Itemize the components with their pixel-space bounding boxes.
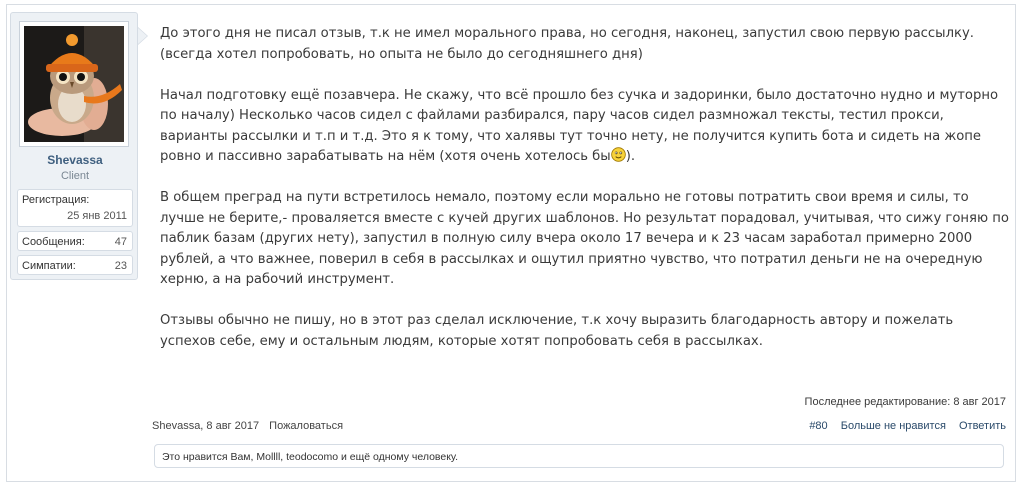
unlike-link[interactable]: Больше не нравится — [841, 420, 946, 432]
messages-label: Сообщения: — [22, 236, 85, 248]
message-paragraph: Отзывы обычно не пишу, но в этот раз сде… — [160, 313, 954, 349]
messages-value: 47 — [114, 236, 127, 248]
reply-link[interactable]: Ответить — [959, 420, 1006, 432]
registration-stat: Регистрация: 25 янв 2011 — [17, 189, 133, 227]
likes-value: 23 — [114, 260, 127, 272]
post-meta-left: Shevassa, 8 авг 2017 Пожаловаться — [152, 420, 350, 432]
message-body: До этого дня не писал отзыв, т.к не имел… — [160, 24, 1010, 373]
likes-label: Симпатии: — [22, 260, 76, 272]
message-paragraph: В общем преград на пути встретилось нема… — [160, 190, 1009, 287]
message-text: ). — [625, 149, 636, 164]
likes-summary: Это нравится Вам, Mollll, teodocomo и ещ… — [154, 444, 1004, 468]
registration-label: Регистрация: — [22, 194, 90, 206]
username[interactable]: Shevassa — [11, 153, 139, 167]
report-link[interactable]: Пожаловаться — [269, 420, 343, 432]
registration-value: 25 янв 2011 — [67, 210, 127, 222]
last-edited-note: Последнее редактирование: 8 авг 2017 — [804, 396, 1006, 408]
messages-stat[interactable]: Сообщения: 47 — [17, 231, 133, 251]
avatar[interactable] — [19, 21, 129, 147]
user-info-panel: Shevassa Client Регистрация: 25 янв 2011… — [10, 12, 138, 280]
owl-avatar-icon — [24, 26, 124, 142]
likes-stat: Симпатии: 23 — [17, 255, 133, 275]
smiley-icon — [610, 147, 626, 162]
message-text: Начал подготовку ещё позавчера. Не скажу… — [160, 87, 999, 165]
user-title: Client — [60, 170, 90, 182]
author-date-link[interactable]: Shevassa, 8 авг 2017 — [152, 420, 259, 432]
speech-arrow — [138, 28, 147, 44]
message-paragraph: До этого дня не писал отзыв, т.к не имел… — [160, 26, 974, 62]
message-paragraph: Начал подготовку ещё позавчера. Не скажу… — [160, 86, 1010, 168]
post-actions: #80 Больше не нравится Ответить — [799, 420, 1006, 432]
post-number-link[interactable]: #80 — [809, 420, 827, 432]
